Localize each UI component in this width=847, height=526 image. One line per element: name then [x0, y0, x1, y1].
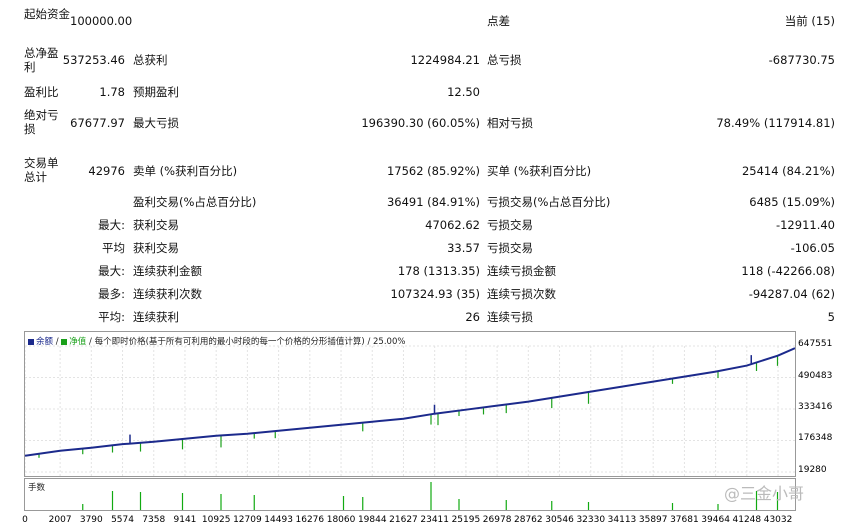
x-tick-label: 9141 — [173, 515, 197, 525]
balance-line — [24, 347, 796, 457]
cons-wins-money-label: 连续获利金额 — [133, 264, 202, 278]
x-tick-label: 39464 — [701, 515, 730, 525]
watermark-text: @三金小哥 — [724, 484, 805, 503]
volume-svg — [82, 482, 779, 510]
short-positions-label: 卖单 (%获利百分比) — [133, 164, 238, 178]
legend-equity: 净值 — [69, 337, 87, 347]
largest-prefix: 最大: — [98, 218, 125, 232]
x-tick-label: 37681 — [670, 515, 699, 525]
abs-drawdown-value: 67677.97 — [70, 116, 125, 130]
profit-trades-value: 36491 (84.91%) — [386, 195, 480, 209]
balance-swatch-icon — [28, 338, 34, 345]
x-tick-label: 23411 — [420, 515, 450, 525]
chart-legend: 余额 / 净值 / 每个即时价格(基于所有可利用的最小时段的每一个价格的分形插值… — [28, 335, 405, 347]
x-tick-label: 35897 — [638, 515, 668, 525]
model-description: 每个即时价格(基于所有可利用的最小时段的每一个价格的分形插值计算) — [94, 337, 365, 347]
avg-cons-losses-value: 5 — [827, 310, 835, 324]
avg-cons-wins-label: 连续获利 — [133, 310, 179, 324]
x-tick-label: 34113 — [607, 515, 637, 525]
x-tick-label: 41248 — [732, 515, 762, 525]
y-tick-label: 647551 — [798, 339, 833, 349]
gross-loss-value: -687730.75 — [768, 53, 835, 67]
x-tick-label: 32330 — [576, 515, 606, 525]
rel-drawdown-label: 相对亏损 — [487, 116, 533, 130]
avg-cons-wins-value: 26 — [465, 310, 480, 324]
avg-profit-value: 33.57 — [447, 241, 480, 255]
cons-losses-money-label: 连续亏损金额 — [487, 264, 556, 278]
volume-pane — [24, 478, 796, 511]
x-tick-label: 26978 — [482, 515, 512, 525]
initial-deposit-label: 起始资金 — [24, 7, 70, 21]
profit-factor-value: 1.78 — [99, 85, 125, 99]
avg-loss-value: -106.05 — [790, 241, 835, 255]
average-prefix: 平均 — [102, 241, 125, 255]
abs-drawdown-label: 绝对亏损 — [24, 108, 59, 136]
equity-swatch-icon — [61, 338, 68, 345]
x-tick-label: 21627 — [389, 515, 418, 525]
x-tick-label: 14493 — [264, 515, 293, 525]
x-tick-label: 7358 — [142, 515, 166, 525]
legend-balance: 余额 — [36, 337, 54, 347]
avg2-prefix: 平均: — [98, 310, 125, 324]
max-drawdown-value: 196390.30 (60.05%) — [361, 116, 480, 130]
y-tick-label: 176348 — [798, 433, 833, 444]
long-positions-value: 25414 (84.21%) — [741, 164, 835, 178]
rel-drawdown-value: 78.49% (117914.81) — [716, 116, 835, 130]
largest-loss-value: -12911.40 — [775, 218, 835, 232]
loss-trades-value: 6485 (15.09%) — [749, 195, 835, 209]
avg-loss-label: 亏损交易 — [487, 241, 533, 255]
cons-loss-count-label: 连续亏损次数 — [487, 287, 556, 301]
cons-profit-count-label: 连续获利次数 — [133, 287, 202, 301]
x-tick-label: 5574 — [111, 515, 134, 525]
total-trades-value: 42976 — [88, 164, 125, 178]
x-tick-label: 0 — [22, 515, 28, 525]
net-profit-value: 537253.46 — [62, 53, 125, 67]
loss-trades-label: 亏损交易(%占总百分比) — [487, 195, 611, 209]
balance-chart-svg — [24, 345, 796, 476]
modelling-quality: 25.00% — [373, 337, 406, 347]
gross-profit-label: 总获利 — [133, 53, 168, 67]
x-tick-label: 25195 — [451, 515, 481, 525]
short-positions-value: 17562 (85.92%) — [386, 164, 480, 178]
x-tick-label: 18060 — [326, 515, 356, 525]
avg-cons-losses-label: 连续亏损 — [487, 310, 533, 324]
max-drawdown-label: 最大亏损 — [133, 116, 179, 130]
x-tick-label: 10925 — [201, 515, 231, 525]
cons-profit-count-value: 107324.93 (35) — [390, 287, 480, 301]
x-tick-label: 12709 — [233, 515, 262, 525]
avg-profit-label: 获利交易 — [133, 241, 179, 255]
x-tick-label: 3790 — [79, 515, 103, 525]
profit-factor-label: 盈利比 — [24, 85, 59, 99]
x-tick-label: 28762 — [514, 515, 543, 525]
long-positions-label: 买单 (%获利百分比) — [487, 164, 592, 178]
x-tick-label: 16276 — [295, 515, 325, 525]
max-prefix: 最大: — [98, 264, 125, 278]
x-tick-label: 43032 — [763, 515, 793, 525]
y-tick-label: 333416 — [798, 401, 833, 412]
cons-wins-money-value: 178 (1313.35) — [397, 264, 480, 278]
gross-profit-value: 1224984.21 — [410, 53, 480, 67]
x-tick-label: 30546 — [545, 515, 574, 525]
net-profit-label: 总净盈利 — [24, 46, 59, 74]
y-tick-label: 490483 — [798, 370, 833, 381]
initial-deposit-value: 100000.00 — [70, 14, 133, 28]
spread-label: 点差 — [487, 14, 510, 28]
balance-chart — [24, 331, 796, 477]
largest-profit-value: 47062.62 — [425, 218, 480, 232]
cons-loss-count-value: -94287.04 (62) — [748, 287, 835, 301]
y-tick-label: 19280 — [798, 465, 827, 475]
x-tick-label: 2007 — [48, 515, 72, 525]
total-trades-label: 交易单总计 — [24, 156, 59, 184]
expected-payoff-value: 12.50 — [447, 85, 480, 99]
gross-loss-label: 总亏损 — [487, 53, 522, 67]
largest-loss-label: 亏损交易 — [487, 218, 533, 232]
profit-trades-label: 盈利交易(%占总百分比) — [133, 195, 257, 209]
cons-losses-money-value: 118 (-42266.08) — [741, 264, 835, 278]
largest-profit-label: 获利交易 — [133, 218, 179, 232]
volume-label: 手数 — [28, 483, 46, 493]
x-tick-label: 19844 — [357, 515, 387, 525]
maximal-prefix: 最多: — [98, 287, 125, 301]
spread-value: 当前 (15) — [784, 14, 835, 28]
expected-payoff-label: 预期盈利 — [133, 85, 179, 99]
